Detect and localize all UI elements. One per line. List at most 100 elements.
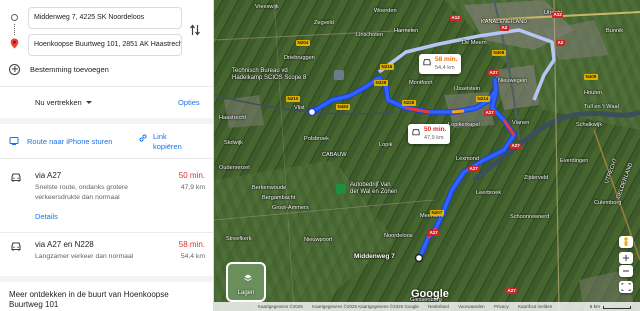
poi-label-line2: Hadelkamp SCIOS Scope 8 [232,75,307,81]
road-shield: N484 [336,104,350,110]
place-label: Montfoort [409,80,433,86]
pegman-icon [624,237,628,246]
alternative-route-callout[interactable]: 58 min. 54,4 km [419,54,462,74]
divider [0,86,213,87]
alt-callout-distance: 54,4 km [435,65,455,71]
origin-input[interactable]: Middenweg 7, 4225 SK Noordeloos [28,7,182,29]
depart-time-dropdown[interactable]: Nu vertrekken [35,98,92,107]
route-1-via: via A27 [35,171,62,180]
divider [0,158,213,159]
privacy-link[interactable]: Privacy [494,304,509,309]
road-shield: A12 [552,12,564,18]
place-label: Noordeloos [384,233,413,239]
terms-link[interactable]: Voorwaarden [458,304,485,309]
fullscreen-button[interactable] [619,281,633,293]
explore-nearby-heading: Meer ontdekken in de buurt van Hoenkoops… [9,290,205,310]
road-shield: N210 [286,96,300,102]
route-2-via: via A27 en N228 [35,240,94,249]
road-shield: A12 [450,15,462,21]
primary-callout-distance: 47,9 km [424,135,444,141]
route-1-details-link[interactable]: Details [35,212,58,221]
route-option-2[interactable]: via A27 en N228 Langzamer verkeer dan no… [0,234,213,274]
road-shield: N214 [476,96,490,102]
country-link[interactable]: Nederland [428,304,449,309]
place-label: Schalkwijk [576,122,603,128]
poi-label-line1: Technisch Bureau vd [232,68,288,74]
road-shield: A27 [468,166,480,172]
copy-link-label-line2: kopiëren [153,142,182,151]
place-label: Vlist [294,105,305,111]
place-label: Schoonrewoerd [510,214,550,220]
place-label: Lopik [379,142,393,148]
poi-label[interactable]: Autobedrijf Van der Wal en Zonen [350,182,397,196]
place-label: Berkenwoude [252,185,287,191]
google-logo: Google [411,288,449,300]
car-icon [423,59,431,66]
link-icon [139,134,147,142]
route-2-description: Langzamer verkeer dan normaal [35,253,134,260]
copy-link-button[interactable]: Link kopiëren [138,132,182,152]
swap-icon[interactable] [189,23,201,37]
poi-label[interactable]: Technisch Bureau vd Hadelkamp SCIOS Scop… [232,68,306,82]
origin-pin-label: Middenweg 7 [354,253,395,260]
poi-marker[interactable] [334,70,344,80]
route-2-distance: 54,4 km [180,253,205,260]
place-label: Lexmond [456,156,480,162]
road-shield: N228 [374,80,388,86]
road-shield: A27 [428,230,440,236]
road-shield: A27 [488,70,500,76]
place-label: Haastrecht [219,115,247,121]
place-label: Bunnik [606,28,624,34]
explore-line1: Meer ontdekken in de buurt van Hoenkoops… [9,290,169,299]
route-option-1[interactable]: via A27 Snelste route, ondanks grotere v… [0,164,213,232]
place-label: Polsbroek [304,136,329,142]
zoom-in-button[interactable] [619,252,633,264]
road-shield: A2 [556,40,565,46]
divider [0,232,213,233]
place-label: Nieuwpoort [304,237,333,243]
imagery-credit: Kaartgegevens ©2025 [258,304,303,309]
destination-marker [307,107,317,117]
add-destination-button[interactable]: Bestemming toevoegen [9,62,109,76]
alt-callout-duration: 58 min. [435,56,458,63]
place-label: Leerbroek [476,190,502,196]
report-error-link[interactable]: Kaartfout melden [518,304,552,309]
route-1-description: Snelste route, ondanks grotere verkeersd… [35,183,155,203]
road-shield: A27 [510,143,522,149]
map-imagery [214,0,640,311]
scale-indicator[interactable]: 5 km [590,305,631,310]
explore-line2: Buurtweg 101 [9,300,59,309]
copy-link-label: Link kopiëren [153,132,182,152]
place-label: CABAUW [322,152,347,158]
place-label: Ouderverzet [219,165,250,171]
place-label: Everdingen [560,158,589,164]
car-icon [412,129,420,136]
place-label: Nieuwegein [498,78,528,84]
layers-icon [244,274,252,282]
destination-input[interactable]: Hoenkoopse Buurtweg 101, 2851 AK Haastre… [28,34,182,56]
place-label: Bergambacht [262,195,296,201]
route-1-duration: 50 min. [178,171,205,180]
send-to-phone-button[interactable]: Route naar iPhone sturen [9,136,112,146]
minus-icon [623,270,629,272]
depart-time-label: Nu vertrekken [35,98,82,107]
zoom-out-button[interactable] [619,265,633,277]
send-to-phone-label: Route naar iPhone sturen [27,136,113,146]
scale-bar [603,306,631,309]
primary-route-callout[interactable]: 50 min. 47,9 km [408,124,451,144]
mapdata-credit: Kaartgegevens ©2025 Kaartgegevens ©2025 … [312,304,419,309]
add-destination-label: Bestemming toevoegen [30,64,109,74]
options-button[interactable]: Opties [178,98,200,107]
satellite-map[interactable]: Vreeswijk KANALENEILAND Bunnik Houten Sc… [214,0,640,311]
pegman-button[interactable] [619,236,633,248]
place-label: Groot-Ammers [272,205,309,211]
road-shield: N216 [380,64,394,70]
section-divider [0,118,213,124]
layers-button[interactable]: Lagen [226,262,266,302]
car-icon [11,173,21,182]
place-label: De Meern [462,40,487,46]
route-1-description-line1: Snelste route, ondanks grotere [35,184,128,191]
place-label: Harmelen [394,28,419,34]
origin-circle-icon [11,14,18,21]
poi-marker[interactable] [336,184,346,194]
